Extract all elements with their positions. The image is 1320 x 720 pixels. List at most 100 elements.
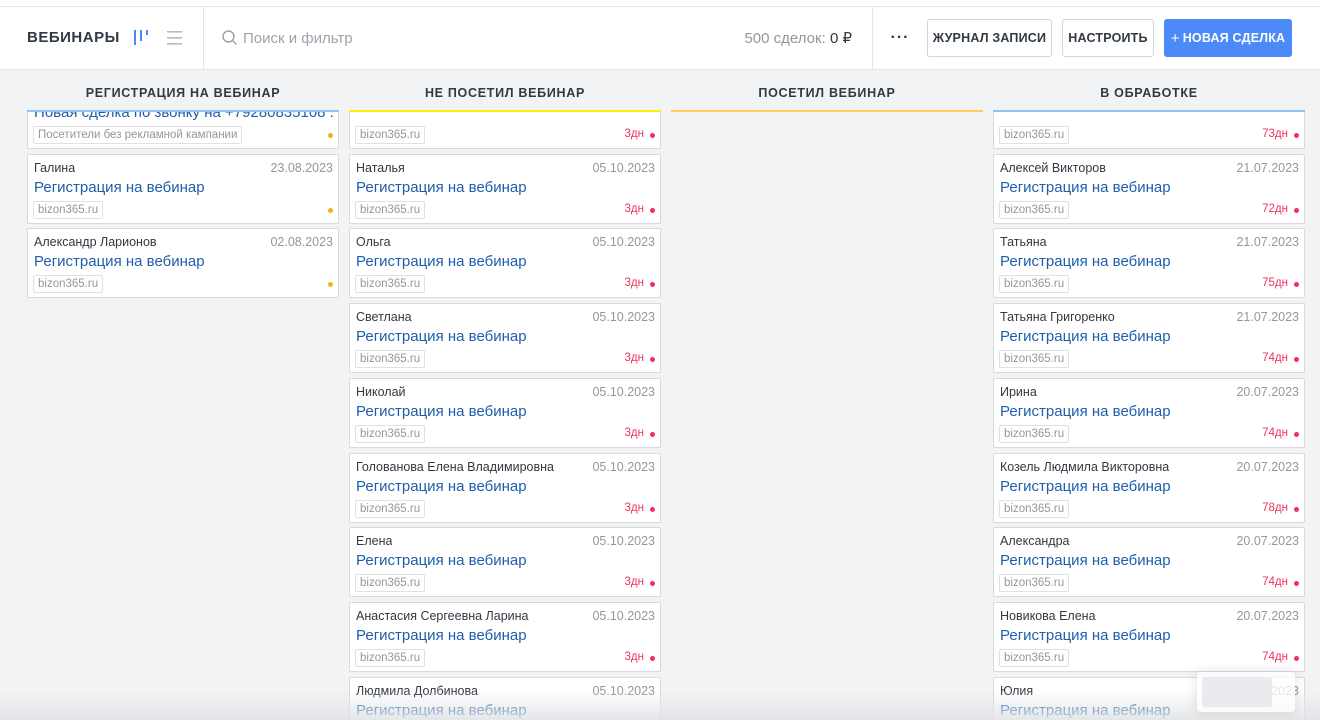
deal-title-link[interactable]: Регистрация на вебинар	[1000, 552, 1171, 569]
deal-title-link[interactable]: Регистрация на вебинар	[356, 403, 527, 420]
deal-card[interactable]: Николай 05.10.2023 Регистрация на вебинар b…	[349, 378, 661, 448]
deals-count: 500 сделок:	[744, 30, 826, 47]
status-dot	[650, 507, 655, 512]
status-dot	[1294, 282, 1299, 287]
deal-card[interactable]: bizon365.ru 73дн	[993, 112, 1305, 149]
deal-card[interactable]: Новая сделка по звонку на +79280835108 .…	[27, 112, 339, 149]
contact-name: Елена	[356, 534, 393, 548]
days-in-stage: 3дн	[624, 128, 644, 140]
days-in-stage: 74дн	[1262, 352, 1288, 364]
deal-title-link[interactable]: Регистрация на вебинар	[356, 552, 527, 569]
deal-title-link[interactable]: Регистрация на вебинар	[356, 253, 527, 270]
days-in-stage: 3дн	[624, 427, 644, 439]
status-dot	[650, 208, 655, 213]
deal-title-link[interactable]: Регистрация на вебинар	[356, 328, 527, 345]
deal-card[interactable]: Анастасия Сергеевна Ларина 05.10.2023 Реги…	[349, 602, 661, 672]
deal-card[interactable]: Новикова Елена 20.07.2023 Регистрация на в…	[993, 602, 1305, 672]
deal-date: 21.07.2023	[1236, 161, 1299, 175]
deal-date: 20.07.2023	[1236, 534, 1299, 548]
journal-button[interactable]: ЖУРНАЛ ЗАПИСИ	[927, 19, 1052, 57]
status-dot	[650, 581, 655, 586]
deal-date: 05.10.2023	[592, 460, 655, 474]
deal-card[interactable]: Ирина 20.07.2023 Регистрация на вебинар biz…	[993, 378, 1305, 448]
source-tag: bizon365.ru	[355, 126, 426, 144]
deal-date: 23.08.2023	[270, 161, 333, 175]
list-view-icon[interactable]	[164, 27, 186, 49]
column-title: НЕ ПОСЕТИЛ ВЕБИНАР	[424, 86, 586, 100]
contact-name: Людмила Долбинова	[356, 684, 478, 698]
days-in-stage: 3дн	[624, 203, 644, 215]
contact-name: Алексей Викторов	[1000, 161, 1106, 175]
status-dot	[650, 432, 655, 437]
deal-card[interactable]: bizon365.ru 3дн	[349, 112, 661, 149]
source-tag: bizon365.ru	[355, 275, 426, 293]
deal-title-link[interactable]: Регистрация на вебинар	[1000, 478, 1171, 495]
deal-title-link[interactable]: Регистрация на вебинар	[356, 478, 527, 495]
days-in-stage: 3дн	[624, 277, 644, 289]
deal-card[interactable]: Ольга 05.10.2023 Регистрация на вебинар biz…	[349, 228, 661, 298]
contact-name: Новикова Елена	[1000, 609, 1096, 623]
floating-widget[interactable]	[1197, 672, 1295, 712]
deal-title-link[interactable]: Регистрация на вебинар	[1000, 702, 1171, 719]
source-tag: bizon365.ru	[355, 350, 426, 368]
days-in-stage: 3дн	[624, 576, 644, 588]
source-tag: Посетители без рекламной кампании	[33, 126, 243, 144]
search-icon	[221, 29, 239, 47]
status-dot	[328, 282, 333, 287]
status-dot	[1294, 581, 1299, 586]
contact-name: Татьяна Григоренко	[1000, 310, 1115, 324]
column-title: ПОСЕТИЛ ВЕБИНАР	[758, 86, 896, 100]
source-tag: bizon365.ru	[999, 574, 1070, 592]
deal-date: 20.07.2023	[1236, 385, 1299, 399]
days-in-stage: 3дн	[624, 502, 644, 514]
deal-title-link[interactable]: Новая сделка по звонку на +79280835108 .…	[34, 112, 334, 121]
deal-title-link[interactable]: Регистрация на вебинар	[1000, 253, 1171, 270]
deal-card[interactable]: Татьяна Григоренко 21.07.2023 Регистрация …	[993, 303, 1305, 373]
pipeline-board: РЕГИСТРАЦИЯ НА ВЕБИНАР Новая сделка по зв…	[0, 71, 1320, 720]
deal-card[interactable]: Татьяна 21.07.2023 Регистрация на вебинар b…	[993, 228, 1305, 298]
deal-date: 05.10.2023	[592, 310, 655, 324]
deal-card[interactable]: Козель Людмила Викторовна 20.07.2023 Регис…	[993, 453, 1305, 523]
column-cards	[671, 112, 983, 720]
source-tag: bizon365.ru	[999, 350, 1070, 368]
deal-card[interactable]: Галина 23.08.2023 Регистрация на вебинар bi…	[27, 154, 339, 224]
deal-title-link[interactable]: Регистрация на вебинар	[1000, 179, 1171, 196]
source-tag: bizon365.ru	[33, 275, 104, 293]
search-input[interactable]	[243, 25, 703, 51]
page-header: ВЕБИНАРЫ 500 сделок: 0 ₽ ··· ЖУРНАЛ ЗАПИ…	[0, 7, 1320, 70]
source-tag: bizon365.ru	[355, 649, 426, 667]
settings-button[interactable]: НАСТРОИТЬ	[1062, 19, 1154, 57]
deal-card[interactable]: Наталья 05.10.2023 Регистрация на вебинар b…	[349, 154, 661, 224]
top-strip	[0, 0, 1320, 7]
source-tag: bizon365.ru	[999, 500, 1070, 518]
deal-card[interactable]: Людмила Долбинова 05.10.2023 Регистрация н…	[349, 677, 661, 720]
status-dot	[650, 656, 655, 661]
deal-card[interactable]: Голованова Елена Владимировна 05.10.2023 Р…	[349, 453, 661, 523]
deal-card[interactable]: Алексей Викторов 21.07.2023 Регистрация на…	[993, 154, 1305, 224]
deal-date: 05.10.2023	[592, 534, 655, 548]
deal-card[interactable]: Елена 05.10.2023 Регистрация на вебинар biz…	[349, 527, 661, 597]
pipeline-view-icon[interactable]	[130, 27, 152, 49]
source-tag: bizon365.ru	[999, 649, 1070, 667]
source-tag: bizon365.ru	[999, 275, 1070, 293]
more-options-button[interactable]: ···	[886, 25, 914, 51]
deal-title-link[interactable]: Регистрация на вебинар	[356, 702, 527, 719]
deal-title-link[interactable]: Регистрация на вебинар	[356, 627, 527, 644]
deal-card[interactable]: Александра 20.07.2023 Регистрация на вебин…	[993, 527, 1305, 597]
days-in-stage: 74дн	[1262, 576, 1288, 588]
pipeline-column: В ОБРАБОТКЕ bizon365.ru 73дн Алексей Виктор…	[993, 71, 1305, 720]
deal-title-link[interactable]: Регистрация на вебинар	[1000, 403, 1171, 420]
deal-title-link[interactable]: Регистрация на вебинар	[1000, 627, 1171, 644]
deal-card[interactable]: Светлана 05.10.2023 Регистрация на вебинар…	[349, 303, 661, 373]
contact-name: Галина	[34, 161, 76, 175]
deal-title-link[interactable]: Регистрация на вебинар	[34, 253, 205, 270]
new-deal-label: НОВАЯ СДЕЛКА	[1182, 31, 1286, 45]
status-dot	[650, 357, 655, 362]
deal-title-link[interactable]: Регистрация на вебинар	[1000, 328, 1171, 345]
new-deal-button[interactable]: + НОВАЯ СДЕЛКА	[1164, 19, 1292, 57]
deal-title-link[interactable]: Регистрация на вебинар	[34, 179, 205, 196]
contact-name: Наталья	[356, 161, 405, 175]
source-tag: bizon365.ru	[999, 425, 1070, 443]
deal-title-link[interactable]: Регистрация на вебинар	[356, 179, 527, 196]
deal-card[interactable]: Александр Ларионов 02.08.2023 Регистрация …	[27, 228, 339, 298]
